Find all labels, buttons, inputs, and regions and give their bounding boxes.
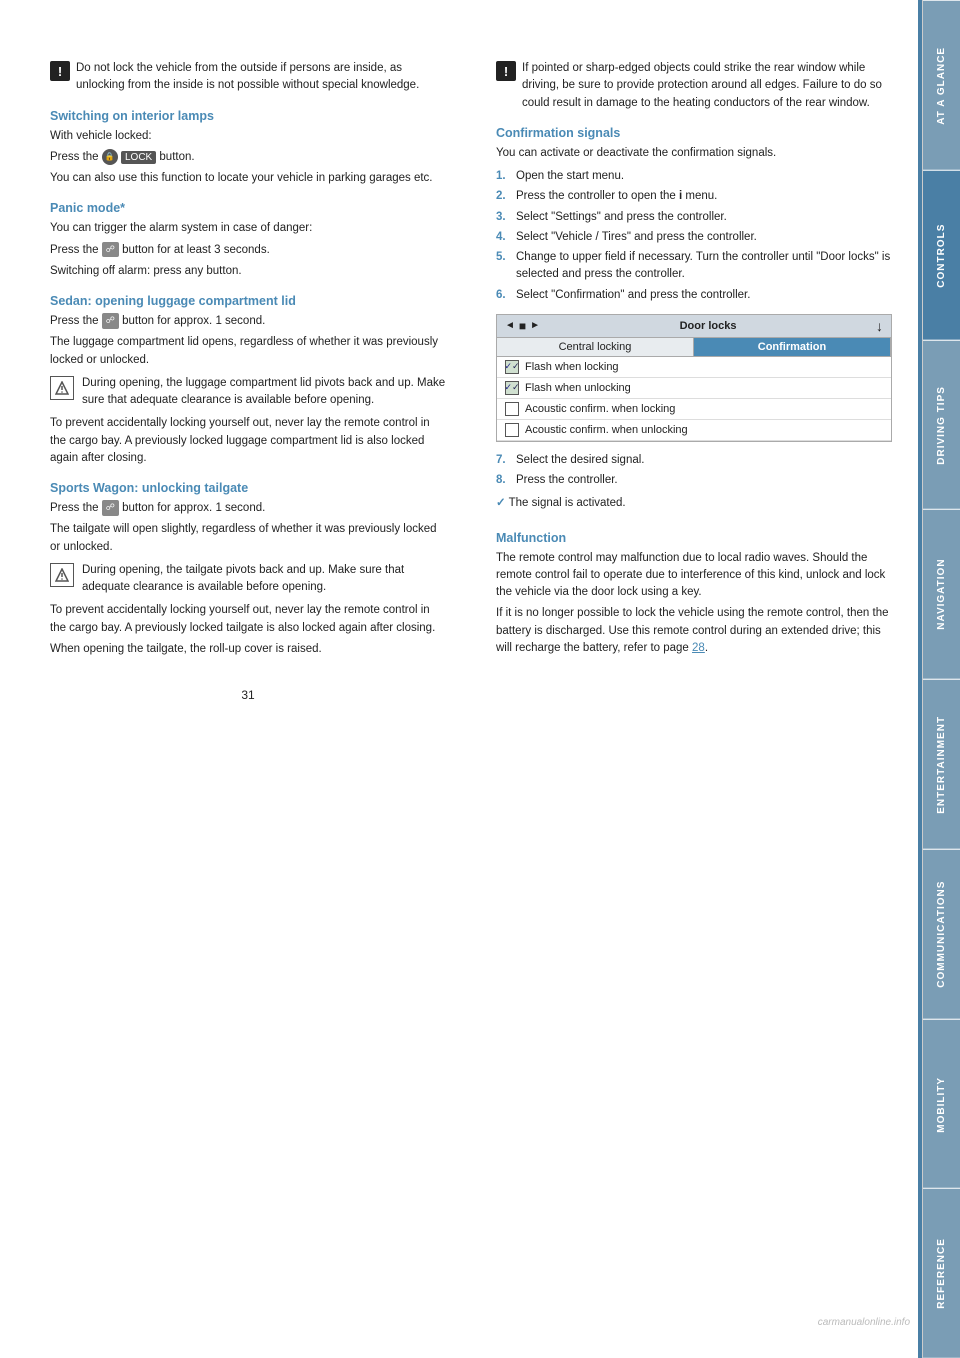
sedan-luggage-p2: The luggage compartment lid opens, regar… — [50, 334, 446, 369]
page-container: ! Do not lock the vehicle from the outsi… — [0, 0, 960, 1358]
step-3: 3.Select "Settings" and press the contro… — [496, 209, 892, 226]
row-flash-locking: ✓ Flash when locking — [497, 357, 891, 378]
interior-lamps-p2: Press the 🔒 LOCK button. — [50, 149, 446, 166]
row-flash-unlocking: ✓ Flash when unlocking — [497, 378, 891, 399]
panic-mode-p1: You can trigger the alarm system in case… — [50, 220, 446, 237]
interior-lamps-p3: You can also use this function to locate… — [50, 170, 446, 187]
note-icon-wagon — [50, 563, 74, 587]
sidebar-tab-mobility[interactable]: Mobility — [923, 1019, 960, 1189]
sports-wagon-p4: When opening the tailgate, the roll-up c… — [50, 641, 446, 658]
step-2: 2.Press the controller to open the i men… — [496, 188, 892, 205]
door-locks-tabs: Central locking Confirmation — [497, 338, 891, 357]
step-5: 5.Change to upper field if necessary. Tu… — [496, 249, 892, 284]
page-number: 31 — [50, 688, 446, 702]
sidebar-tab-at-glance[interactable]: At a glance — [923, 0, 960, 170]
heading-malfunction: Malfunction — [496, 531, 892, 545]
main-content: ! Do not lock the vehicle from the outsi… — [0, 0, 922, 1358]
heading-interior-lamps: Switching on interior lamps — [50, 109, 446, 123]
page-ref-28[interactable]: 28 — [692, 642, 705, 654]
heading-sedan-luggage: Sedan: opening luggage compartment lid — [50, 294, 446, 308]
activation-result: ✓ The signal is activated. — [496, 495, 892, 512]
note-text-sedan: During opening, the luggage compartment … — [82, 375, 446, 410]
warning-box-right: ! If pointed or sharp-edged objects coul… — [496, 60, 892, 112]
heading-panic-mode: Panic mode* — [50, 201, 446, 215]
watermark: carmanualonline.info — [818, 1317, 910, 1328]
warning-icon-1: ! — [50, 61, 70, 81]
sedan-luggage-p3: To prevent accidentally locking yourself… — [50, 415, 446, 467]
nav-arrows: ◄ ■ ► — [505, 319, 540, 333]
row-acoustic-locking: Acoustic confirm. when locking — [497, 399, 891, 420]
blue-accent-line — [918, 0, 922, 1358]
tab-confirmation[interactable]: Confirmation — [694, 338, 891, 356]
sidebar-tab-communications[interactable]: Communications — [923, 849, 960, 1019]
malfunction-p1: The remote control may malfunction due t… — [496, 550, 892, 602]
heading-confirmation: Confirmation signals — [496, 126, 892, 140]
checkbox-flash-locking[interactable]: ✓ — [505, 360, 519, 374]
note-box-sedan: During opening, the luggage compartment … — [50, 375, 446, 410]
note-box-wagon: During opening, the tailgate pivots back… — [50, 562, 446, 597]
sidebar-tab-driving[interactable]: Driving tips — [923, 340, 960, 510]
tab-central-locking[interactable]: Central locking — [497, 338, 694, 356]
checkbox-acoustic-locking[interactable] — [505, 402, 519, 416]
sidebar-tab-entertainment[interactable]: Entertainment — [923, 679, 960, 849]
door-locks-ui: ◄ ■ ► Door locks ↓ Central locking Confi… — [496, 314, 892, 442]
sidebar-tab-navigation[interactable]: Navigation — [923, 509, 960, 679]
sedan-luggage-p1: Press the ☍ button for approx. 1 second. — [50, 313, 446, 330]
sports-wagon-p1: Press the ☍ button for approx. 1 second. — [50, 500, 446, 517]
malfunction-p2: If it is no longer possible to lock the … — [496, 605, 892, 657]
button-icon-panic: ☍ — [102, 242, 119, 258]
sidebar-tab-reference[interactable]: Reference — [923, 1188, 960, 1358]
download-icon: ↓ — [876, 318, 883, 334]
checkmark-icon: ✓ — [496, 497, 506, 509]
sports-wagon-p3: To prevent accidentally locking yourself… — [50, 602, 446, 637]
panic-mode-p3: Switching off alarm: press any button. — [50, 263, 446, 280]
checkbox-acoustic-unlocking[interactable] — [505, 423, 519, 437]
heading-sports-wagon: Sports Wagon: unlocking tailgate — [50, 481, 446, 495]
right-column: ! If pointed or sharp-edged objects coul… — [481, 60, 892, 1318]
confirmation-steps: 1.Open the start menu. 2.Press the contr… — [496, 168, 892, 304]
sidebar-tab-controls[interactable]: Controls — [923, 170, 960, 340]
step-4: 4.Select "Vehicle / Tires" and press the… — [496, 229, 892, 246]
warning-icon-right: ! — [496, 61, 516, 81]
confirmation-steps-2: 7.Select the desired signal. 8.Press the… — [496, 452, 892, 490]
row-acoustic-unlocking: Acoustic confirm. when unlocking — [497, 420, 891, 441]
sidebar: At a glance Controls Driving tips Naviga… — [922, 0, 960, 1358]
lock-icon: 🔒 — [102, 149, 118, 165]
step-1: 1.Open the start menu. — [496, 168, 892, 185]
note-text-wagon: During opening, the tailgate pivots back… — [82, 562, 446, 597]
door-locks-title: Door locks — [680, 320, 737, 332]
confirmation-intro: You can activate or deactivate the confi… — [496, 145, 892, 162]
door-locks-header: ◄ ■ ► Door locks ↓ — [497, 315, 891, 338]
warning-text-1: Do not lock the vehicle from the outside… — [76, 60, 446, 95]
panic-mode-p2: Press the ☍ button for at least 3 second… — [50, 242, 446, 259]
button-icon-wagon: ☍ — [102, 500, 119, 516]
warning-text-right: If pointed or sharp-edged objects could … — [522, 60, 892, 112]
step-6: 6.Select "Confirmation" and press the co… — [496, 287, 892, 304]
interior-lamps-p1: With vehicle locked: — [50, 128, 446, 145]
sports-wagon-p2: The tailgate will open slightly, regardl… — [50, 521, 446, 556]
warning-box-1: ! Do not lock the vehicle from the outsi… — [50, 60, 446, 95]
checkbox-flash-unlocking[interactable]: ✓ — [505, 381, 519, 395]
button-icon-sedan: ☍ — [102, 313, 119, 329]
step-8: 8.Press the controller. — [496, 472, 892, 489]
left-column: ! Do not lock the vehicle from the outsi… — [50, 60, 461, 1318]
note-icon-sedan — [50, 376, 74, 400]
step-7: 7.Select the desired signal. — [496, 452, 892, 469]
